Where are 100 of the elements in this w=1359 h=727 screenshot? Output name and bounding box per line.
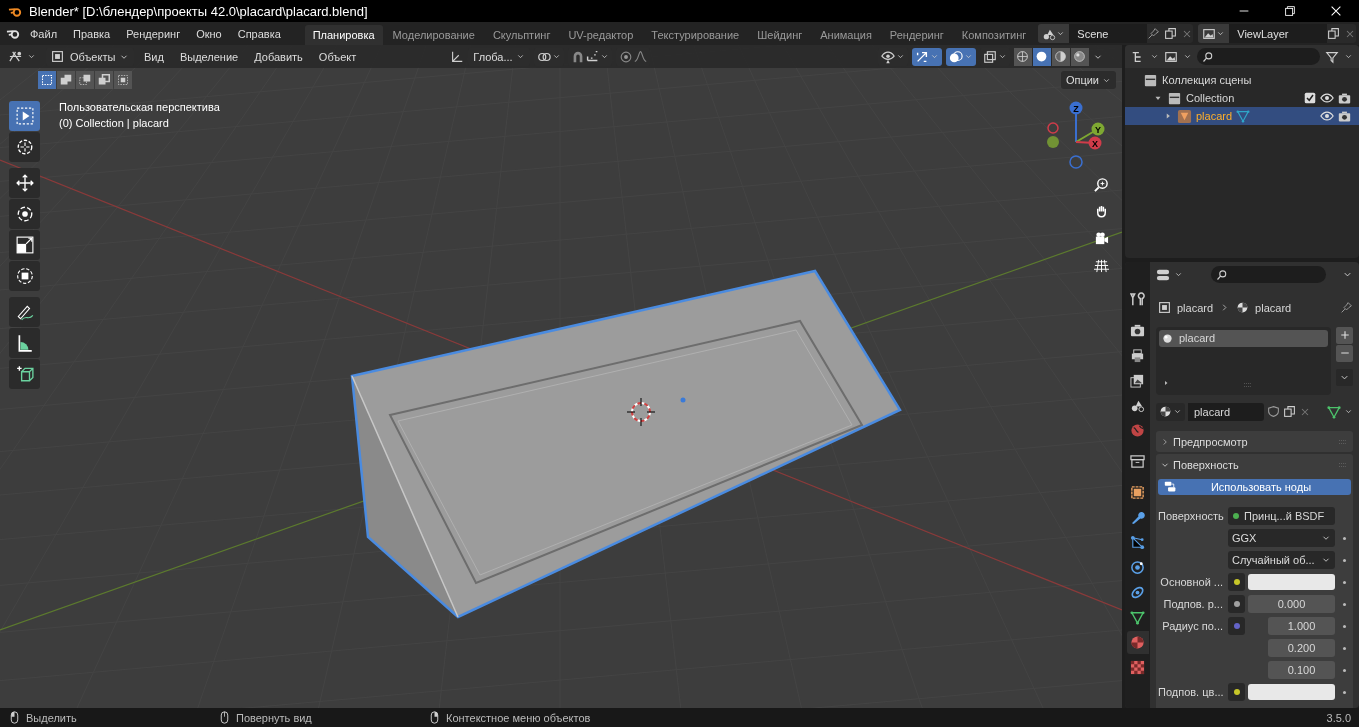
image-icon[interactable] (1202, 26, 1217, 41)
workspace-tab[interactable]: Скульптинг (484, 24, 559, 45)
menu-item[interactable]: Окно (189, 24, 229, 43)
tool-button[interactable] (9, 199, 40, 229)
material-name-field[interactable]: placard (1188, 403, 1264, 421)
workspace-tab[interactable]: Анимация (812, 24, 880, 45)
orientation-icon[interactable] (450, 49, 465, 64)
workspace-tab[interactable]: Моделирование (384, 24, 483, 45)
camera-icon[interactable] (1338, 109, 1351, 123)
workspace-tab[interactable]: Рендеринг (881, 24, 952, 45)
dropdown[interactable]: GGX (1228, 529, 1335, 548)
shading-mode-button[interactable] (1051, 47, 1070, 66)
select-mode-button[interactable] (57, 71, 75, 89)
tool-button[interactable] (9, 261, 40, 291)
color-swatch[interactable] (1248, 684, 1335, 701)
socket-button[interactable] (1228, 595, 1245, 614)
menu-item[interactable]: Файл (23, 24, 65, 43)
socket-button[interactable] (1228, 573, 1245, 592)
shading-mode-button[interactable] (1013, 47, 1032, 66)
panel-header[interactable]: Предпросмотр (1156, 431, 1353, 452)
keyframe-dot[interactable] (1342, 691, 1346, 694)
tool-button[interactable] (9, 359, 40, 389)
tree-item-label[interactable]: Collection (1186, 92, 1235, 104)
expand-arrow-icon[interactable] (1162, 378, 1170, 387)
keyframe-dot[interactable] (1342, 603, 1346, 606)
socket-button[interactable] (1228, 683, 1245, 702)
tree-item-label[interactable]: placard (1196, 110, 1233, 122)
select-mode-button[interactable] (95, 71, 113, 89)
workspace-tab[interactable]: UV-редактор (560, 24, 642, 45)
material-slot[interactable]: placard (1159, 329, 1328, 347)
menu-item[interactable]: Вид (138, 47, 170, 66)
proportional-icon[interactable] (618, 49, 633, 64)
tree-item-label[interactable]: Коллекция сцены (1162, 74, 1252, 86)
checkbox[interactable] (1304, 92, 1316, 104)
options-dropdown[interactable]: Опции (1060, 71, 1116, 89)
copy-icon[interactable] (1164, 27, 1178, 40)
copy-icon[interactable] (1283, 405, 1296, 419)
number-field[interactable]: 0.200 (1268, 639, 1335, 658)
eye-icon[interactable] (1320, 91, 1334, 105)
shading-mode-button[interactable] (1032, 47, 1051, 66)
pin-icon[interactable] (1147, 27, 1161, 40)
workspace-tab[interactable]: Текстурирование (643, 24, 748, 45)
close-icon[interactable] (1299, 406, 1311, 418)
dropdown[interactable]: Случайный об... (1228, 551, 1335, 570)
add-slot-button[interactable] (1336, 326, 1353, 344)
keyframe-dot[interactable] (1342, 669, 1346, 672)
falloff-icon[interactable] (633, 50, 647, 63)
menu-item[interactable]: Рендеринг (119, 24, 188, 43)
menu-item[interactable]: Добавить (248, 47, 309, 66)
node-tree-icon[interactable] (1327, 405, 1341, 419)
keyframe-dot[interactable] (1342, 625, 1346, 628)
tool-button[interactable] (9, 328, 40, 358)
select-mode-button[interactable] (114, 71, 132, 89)
tool-button[interactable] (9, 132, 40, 162)
eye-icon[interactable] (1320, 109, 1334, 123)
switch-icon[interactable] (1156, 267, 1170, 282)
properties-tab[interactable] (1126, 631, 1149, 654)
menu-item[interactable]: Объект (312, 47, 363, 66)
keyframe-dot[interactable] (1342, 581, 1346, 584)
editor-type-icon[interactable] (8, 49, 23, 64)
copy-icon[interactable] (1327, 27, 1340, 40)
snap-target-icon[interactable] (585, 50, 599, 63)
material-icon[interactable] (1159, 405, 1172, 419)
shader-link-field[interactable]: Принц...й BSDF (1228, 507, 1335, 526)
view-layer-field[interactable]: ViewLayer (1229, 24, 1327, 43)
panel-header[interactable]: Поверхность (1156, 454, 1353, 475)
menu-item[interactable]: Справка (230, 24, 288, 43)
color-swatch[interactable] (1248, 574, 1335, 591)
gizmo-icon[interactable] (914, 49, 929, 64)
tool-button[interactable] (9, 230, 40, 260)
xray-icon[interactable] (982, 49, 997, 64)
slot-menu-button[interactable] (1336, 368, 1353, 386)
overlay-icon[interactable] (948, 49, 963, 64)
filter-icon[interactable] (1325, 49, 1339, 64)
pin-icon[interactable] (1340, 301, 1353, 314)
number-field[interactable]: 0.000 (1248, 595, 1335, 614)
workspace-tab[interactable]: Композитинг (953, 24, 1035, 45)
keyframe-dot[interactable] (1342, 647, 1346, 650)
number-field[interactable]: 0.100 (1268, 661, 1335, 680)
eye-icon[interactable] (880, 49, 895, 64)
number-field[interactable]: 1.000 (1268, 617, 1335, 636)
select-mode-button[interactable] (38, 71, 56, 89)
fake-user-icon[interactable] (1267, 405, 1280, 419)
menu-item[interactable]: Выделение (173, 47, 245, 66)
workspace-tab[interactable]: Планировка (304, 24, 383, 45)
select-mode-button[interactable] (76, 71, 94, 89)
tool-button[interactable] (9, 297, 40, 327)
image-icon[interactable] (1164, 49, 1178, 64)
use-nodes-button[interactable]: Использовать ноды (1158, 479, 1351, 495)
camera-icon[interactable] (1338, 91, 1351, 105)
remove-slot-button[interactable] (1336, 344, 1353, 362)
search-field[interactable] (1197, 48, 1320, 65)
menu-item[interactable]: Правка (66, 24, 118, 43)
workspace-tab[interactable]: Шейдинг (749, 24, 811, 45)
keyframe-dot[interactable] (1342, 559, 1346, 562)
search-field[interactable] (1211, 266, 1326, 284)
navigation-gizmo[interactable]: Z Y X (1038, 100, 1114, 176)
shading-mode-button[interactable] (1070, 47, 1089, 66)
tool-button[interactable] (9, 168, 40, 198)
keyframe-dot[interactable] (1342, 537, 1346, 540)
